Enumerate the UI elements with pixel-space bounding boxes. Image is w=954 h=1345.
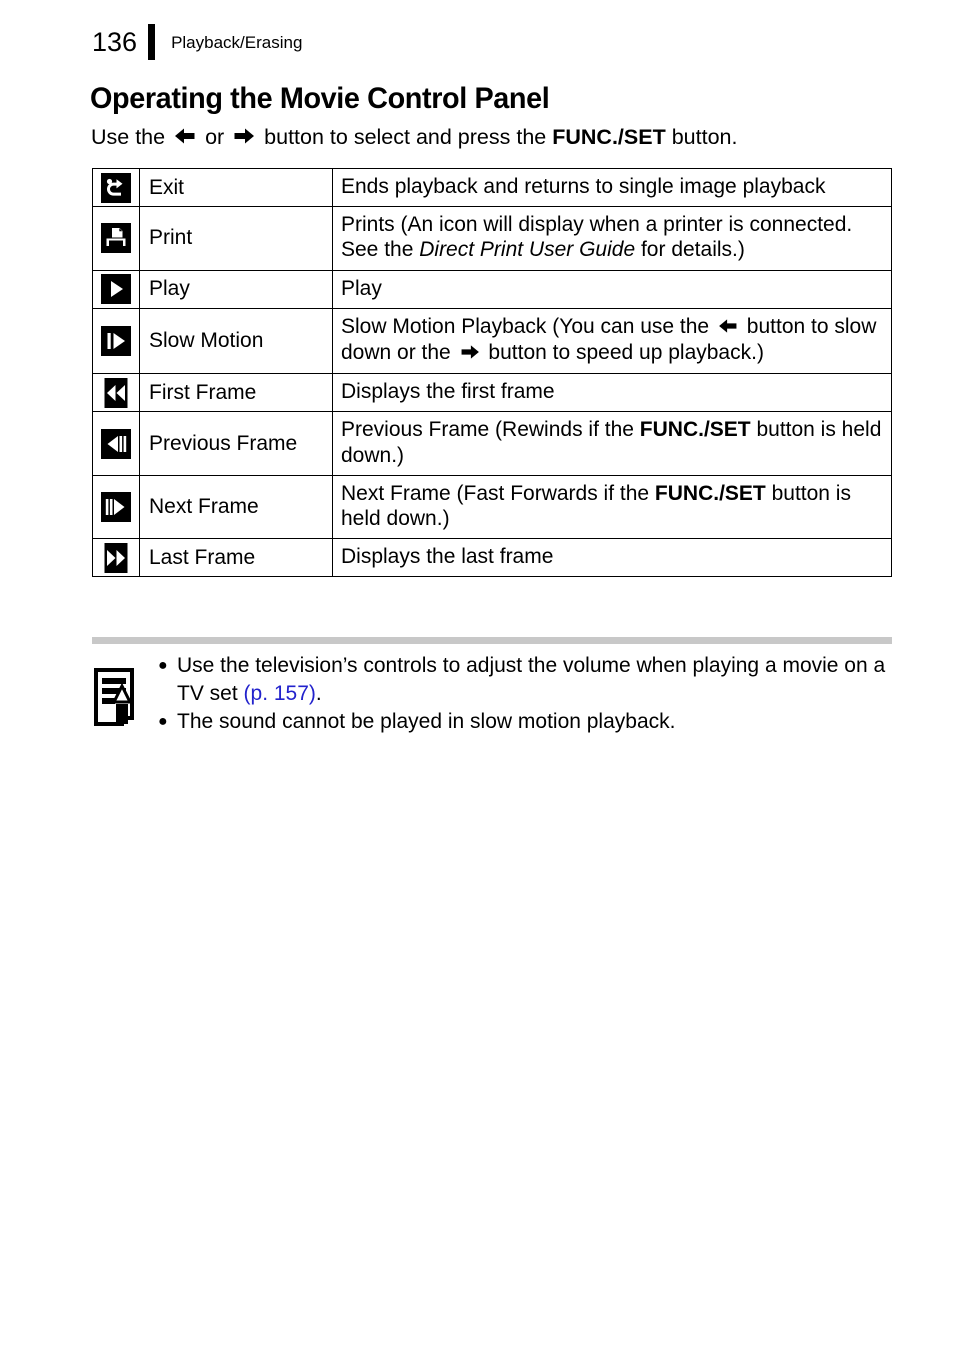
icon-cell bbox=[92, 269, 140, 309]
desc-func-set-label: FUNC./SET bbox=[654, 481, 766, 505]
desc-text-pre: Slow Motion Playback (You can use the bbox=[341, 314, 715, 338]
table-row: Slow Motion Slow Motion Playback (You ca… bbox=[92, 307, 892, 375]
play-icon bbox=[101, 274, 131, 305]
lead-text-mid: button to select and press the bbox=[264, 125, 547, 149]
exit-return-icon bbox=[101, 172, 131, 203]
slow-motion-icon bbox=[101, 325, 131, 356]
control-label: First Frame bbox=[139, 373, 333, 413]
note-text: The sound cannot be played in slow motio… bbox=[177, 708, 892, 736]
next-frame-icon bbox=[101, 491, 131, 522]
table-row: Previous Frame Previous Frame (Rewinds i… bbox=[92, 411, 892, 476]
manual-page: 136 Playback/Erasing Operating the Movie… bbox=[0, 0, 954, 1345]
page-reference-link[interactable]: (p. 157) bbox=[244, 682, 316, 705]
bullet-icon: ● bbox=[158, 657, 168, 674]
lead-text-or: or bbox=[205, 125, 225, 149]
icon-cell bbox=[92, 411, 140, 476]
section-lead-instruction: Use the or button to select and press th… bbox=[91, 124, 737, 152]
icon-cell bbox=[92, 307, 140, 375]
lead-func-set-label: FUNC./SET bbox=[552, 125, 666, 149]
control-description: Displays the last frame bbox=[332, 538, 892, 578]
desc-text-pre: Previous Frame (Rewinds if the bbox=[341, 418, 640, 442]
table-row: Next Frame Next Frame (Fast Forwards if … bbox=[92, 474, 892, 540]
control-label: Print bbox=[139, 206, 333, 271]
control-description: Prints (An icon will display when a prin… bbox=[332, 206, 892, 271]
previous-frame-icon bbox=[101, 428, 131, 459]
memo-pencil-icon bbox=[92, 668, 142, 730]
control-label: Play bbox=[139, 269, 333, 309]
control-label: Next Frame bbox=[139, 474, 333, 540]
desc-text-post: for details.) bbox=[635, 238, 745, 262]
desc-text-post: button to speed up playback.) bbox=[482, 340, 764, 364]
icon-cell bbox=[92, 167, 140, 208]
note-text: Use the television’s controls to adjust … bbox=[177, 652, 892, 708]
header-divider-rule bbox=[148, 24, 156, 60]
table-row: Play Play bbox=[92, 269, 892, 309]
control-label: Previous Frame bbox=[139, 411, 333, 476]
table-row: Exit Ends playback and returns to single… bbox=[92, 167, 892, 208]
chapter-title: Playback/Erasing bbox=[171, 32, 303, 52]
movie-control-panel-table: Exit Ends playback and returns to single… bbox=[92, 167, 892, 578]
desc-guide-title: Direct Print User Guide bbox=[419, 238, 636, 262]
note-block: ● Use the television’s controls to adjus… bbox=[92, 652, 892, 736]
table-row: Last Frame Displays the last frame bbox=[92, 538, 892, 578]
control-label: Slow Motion bbox=[139, 307, 333, 375]
last-frame-icon bbox=[101, 542, 131, 573]
list-item: ● The sound cannot be played in slow mot… bbox=[158, 708, 892, 736]
note-icon-wrapper bbox=[92, 652, 150, 731]
control-description: Next Frame (Fast Forwards if the FUNC./S… bbox=[332, 474, 892, 540]
icon-cell bbox=[92, 474, 140, 540]
table-row: First Frame Displays the first frame bbox=[92, 373, 892, 413]
control-description: Displays the first frame bbox=[332, 373, 892, 413]
control-description: Play bbox=[332, 269, 892, 309]
desc-text-pre: Next Frame (Fast Forwards if the bbox=[341, 481, 655, 505]
control-description: Slow Motion Playback (You can use the bu… bbox=[332, 307, 892, 375]
desc-text: Displays the first frame bbox=[341, 380, 555, 404]
left-arrow-icon bbox=[175, 125, 195, 152]
control-label: Exit bbox=[139, 167, 333, 208]
desc-text: Play bbox=[341, 276, 382, 300]
table-row: Print Prints (An icon will display when … bbox=[92, 206, 892, 271]
right-arrow-icon bbox=[461, 341, 479, 366]
note-text-pre: The sound cannot be played in slow motio… bbox=[177, 709, 676, 733]
icon-cell bbox=[92, 206, 140, 271]
left-arrow-icon bbox=[719, 315, 737, 340]
bullet-icon: ● bbox=[158, 712, 168, 730]
right-arrow-icon bbox=[234, 125, 255, 152]
icon-cell bbox=[92, 538, 140, 578]
section-divider-rule bbox=[92, 637, 892, 644]
control-label: Last Frame bbox=[139, 538, 333, 578]
page-running-header: 136 Playback/Erasing bbox=[92, 22, 302, 62]
control-description: Previous Frame (Rewinds if the FUNC./SET… bbox=[332, 411, 892, 476]
note-text-post: . bbox=[315, 681, 322, 705]
page-title: Operating the Movie Control Panel bbox=[90, 82, 550, 115]
desc-text: Displays the last frame bbox=[341, 545, 554, 569]
note-list: ● Use the television’s controls to adjus… bbox=[150, 652, 892, 736]
print-icon bbox=[101, 223, 131, 254]
first-frame-icon bbox=[101, 377, 131, 408]
desc-text: Ends playback and returns to single imag… bbox=[341, 175, 826, 198]
icon-cell bbox=[92, 373, 140, 413]
desc-func-set-label: FUNC./SET bbox=[639, 418, 751, 442]
page-number: 136 bbox=[92, 26, 138, 57]
lead-text-pre: Use the bbox=[91, 125, 166, 149]
lead-text-post: button. bbox=[671, 125, 738, 149]
list-item: ● Use the television’s controls to adjus… bbox=[158, 652, 892, 708]
control-description: Ends playback and returns to single imag… bbox=[332, 167, 892, 208]
